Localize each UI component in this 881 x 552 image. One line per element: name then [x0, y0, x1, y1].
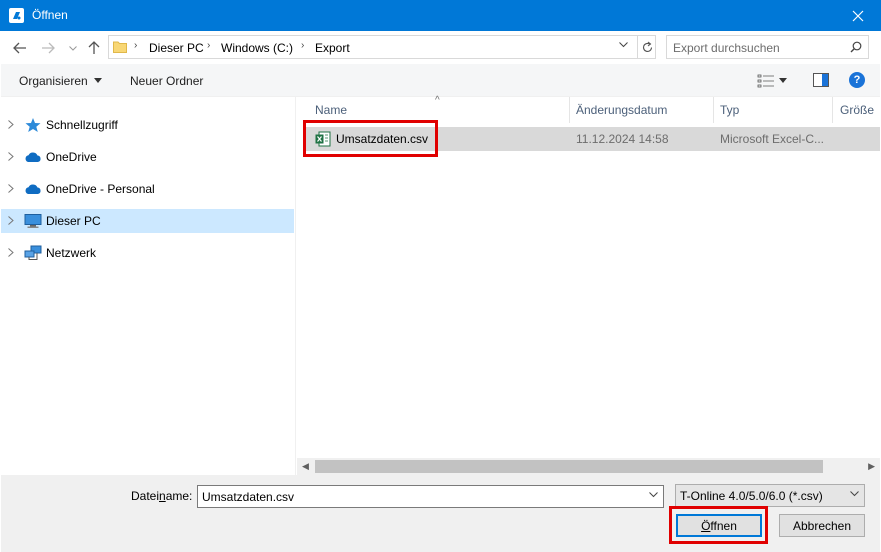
chevron-down-icon[interactable]: [619, 42, 628, 48]
chevron-down-icon[interactable]: [649, 492, 658, 498]
scrollbar-thumb[interactable]: [315, 460, 823, 473]
filename-label-part: Datei: [131, 489, 160, 503]
chevron-right-icon[interactable]: [8, 184, 14, 193]
column-header-size[interactable]: Größe: [840, 103, 874, 117]
file-type-filter[interactable]: T-Online 4.0/5.0/6.0 (*.csv): [675, 484, 865, 507]
title-bar: Öffnen: [0, 0, 881, 31]
column-divider[interactable]: [569, 97, 570, 123]
navigation-pane: Schnellzugriff OneDrive OneDrive - Perso…: [1, 97, 296, 475]
cancel-button[interactable]: Abbrechen: [779, 514, 865, 537]
close-icon: [852, 10, 864, 21]
search-input[interactable]: Export durchsuchen: [666, 35, 869, 59]
caret-down-icon: [779, 78, 787, 83]
column-header-date[interactable]: Änderungsdatum: [576, 103, 667, 117]
chevron-down-icon: [850, 491, 859, 497]
breadcrumb-separator: ›: [134, 40, 138, 51]
sidebar-item-label: Dieser PC: [46, 214, 101, 228]
file-type: Microsoft Excel-C...: [720, 132, 825, 146]
chevron-right-icon[interactable]: [8, 120, 14, 129]
preview-pane-icon: [813, 73, 829, 87]
organize-button[interactable]: Organisieren: [19, 74, 102, 88]
breadcrumb-item[interactable]: Windows (C:): [221, 41, 293, 55]
file-modified: 11.12.2024 14:58: [576, 132, 669, 146]
horizontal-scrollbar[interactable]: ◀ ▶: [297, 458, 880, 475]
column-header-type[interactable]: Typ: [720, 103, 739, 117]
sidebar-item-onedrive[interactable]: OneDrive: [1, 145, 294, 169]
breadcrumb-item[interactable]: Export: [315, 41, 350, 55]
scroll-left-icon[interactable]: ◀: [302, 461, 309, 472]
app-icon: [9, 8, 24, 23]
column-header-name[interactable]: Name: [315, 103, 347, 117]
close-button[interactable]: [835, 0, 881, 31]
refresh-button[interactable]: [637, 36, 656, 58]
highlight-box: [669, 506, 768, 544]
new-folder-button[interactable]: Neuer Ordner: [130, 74, 203, 88]
address-row: › Dieser PC › Windows (C:) › Export Expo…: [1, 31, 880, 64]
chevron-down-icon: [69, 45, 77, 51]
filter-value: T-Online 4.0/5.0/6.0 (*.csv): [680, 489, 823, 503]
sidebar-item-quick-access[interactable]: Schnellzugriff: [1, 113, 294, 137]
sidebar-item-label: Netzwerk: [46, 246, 97, 260]
help-button[interactable]: ?: [849, 72, 865, 88]
folder-icon: [113, 41, 127, 53]
sidebar-item-label: OneDrive - Personal: [46, 182, 155, 196]
sidebar-item-network[interactable]: Netzwerk: [1, 241, 294, 265]
highlight-box: [303, 120, 438, 157]
breadcrumb-item[interactable]: Dieser PC: [149, 41, 204, 55]
filename-label-part: ame:: [165, 489, 193, 503]
recent-locations-button[interactable]: [64, 39, 82, 57]
window-title: Öffnen: [32, 8, 68, 22]
change-view-button[interactable]: [757, 73, 795, 89]
sort-ascending-icon: ^: [435, 95, 440, 106]
sidebar-item-this-pc[interactable]: Dieser PC: [1, 209, 294, 233]
forward-button[interactable]: [39, 39, 57, 57]
search-icon: [850, 41, 862, 53]
filename-value: Umsatzdaten.csv: [202, 490, 295, 504]
cloud-icon: [25, 152, 41, 162]
chevron-right-icon[interactable]: [8, 152, 14, 161]
chevron-right-icon[interactable]: [8, 248, 14, 257]
filename-input[interactable]: Umsatzdaten.csv: [197, 485, 664, 508]
command-bar: Organisieren Neuer Ordner ?: [1, 64, 880, 97]
column-divider[interactable]: [713, 97, 714, 123]
details-view-icon: [757, 74, 774, 88]
caret-down-icon: [93, 78, 102, 83]
filename-label-accelerator: n: [159, 489, 166, 503]
organize-label: Organisieren: [19, 74, 88, 88]
computer-icon: [24, 214, 42, 228]
sidebar-item-label: OneDrive: [46, 150, 97, 164]
arrow-up-icon: [88, 41, 100, 54]
arrow-right-icon: [42, 42, 55, 54]
search-placeholder: Export durchsuchen: [673, 41, 780, 55]
star-icon: [25, 118, 41, 132]
breadcrumb-separator: ›: [207, 40, 211, 51]
address-bar[interactable]: › Dieser PC › Windows (C:) › Export: [108, 35, 656, 59]
sidebar-item-label: Schnellzugriff: [46, 118, 118, 132]
filename-label: Dateiname:: [131, 489, 192, 503]
arrow-left-icon: [13, 42, 26, 54]
breadcrumb-separator: ›: [301, 40, 305, 51]
refresh-icon: [642, 41, 652, 53]
up-button[interactable]: [85, 39, 103, 57]
column-divider[interactable]: [832, 97, 833, 123]
sidebar-item-onedrive-personal[interactable]: OneDrive - Personal: [1, 177, 294, 201]
chevron-right-icon[interactable]: [8, 216, 14, 225]
scroll-right-icon[interactable]: ▶: [868, 461, 875, 472]
preview-pane-button[interactable]: [813, 73, 829, 90]
network-icon: [24, 245, 42, 260]
back-button[interactable]: [11, 39, 29, 57]
cloud-icon: [25, 184, 41, 194]
